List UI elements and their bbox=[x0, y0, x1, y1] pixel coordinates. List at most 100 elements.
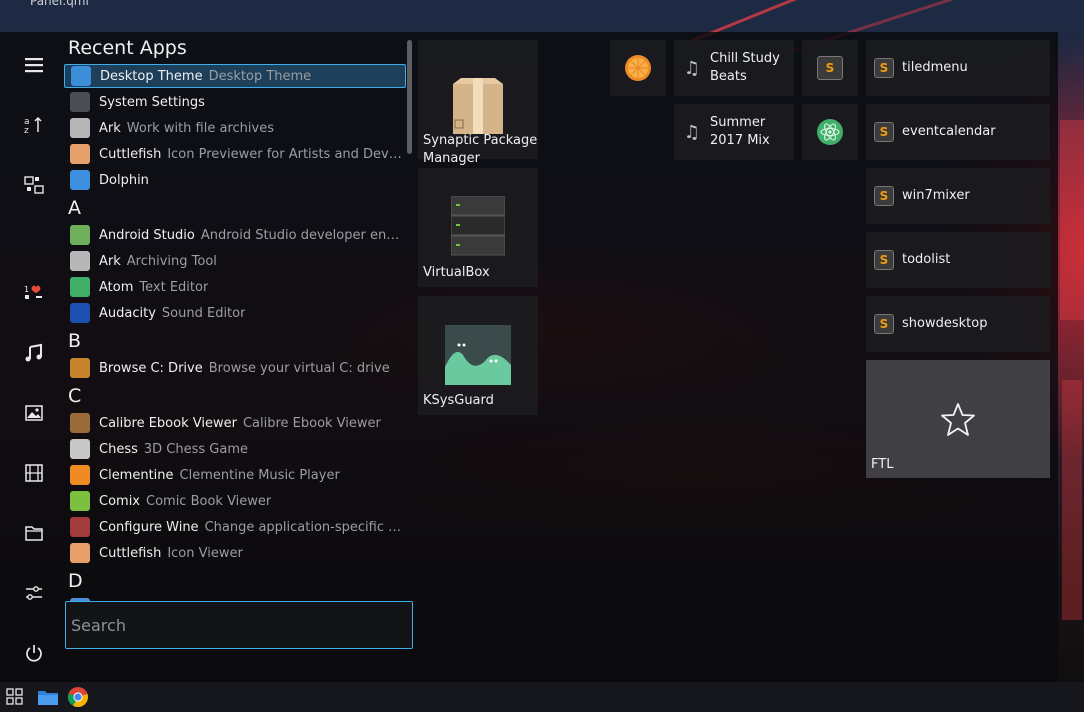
app-name: Cuttlefish bbox=[99, 545, 162, 561]
tile-label: tiledmenu bbox=[902, 60, 968, 75]
file-manager-folder-icon[interactable] bbox=[37, 686, 59, 708]
hamburger-menu-icon[interactable] bbox=[17, 48, 51, 82]
tiled-menu-popup: az 1 Recent Apps Desktop Theme Desktop Th… bbox=[0, 32, 1058, 682]
app-description: Sound Editor bbox=[161, 305, 246, 321]
videos-icon[interactable] bbox=[17, 456, 51, 490]
tile-sublime-text[interactable]: S bbox=[802, 40, 858, 96]
tile-chill-study-beats[interactable]: ♫ Chill Study Beats bbox=[674, 40, 794, 96]
list-item[interactable]: Browse C: Drive Browse your virtual C: dr… bbox=[64, 356, 406, 380]
search-input[interactable] bbox=[65, 601, 413, 649]
app-name: Clementine bbox=[99, 467, 174, 483]
tile-layout-icon[interactable] bbox=[17, 168, 51, 202]
app-name: Audacity bbox=[99, 305, 156, 321]
sublime-text-icon: S bbox=[817, 56, 843, 80]
pictures-icon[interactable] bbox=[17, 396, 51, 430]
dolphin-icon bbox=[70, 170, 90, 190]
tile-ftl[interactable]: FTL bbox=[866, 360, 1050, 478]
list-scrollbar[interactable] bbox=[407, 40, 412, 154]
app-description: Icon Previewer for Artists and Develo... bbox=[167, 146, 406, 162]
tile-virtualbox[interactable]: VirtualBox bbox=[418, 168, 538, 287]
tile-win7mixer[interactable]: Swin7mixer bbox=[866, 168, 1050, 224]
tile-atom[interactable] bbox=[802, 104, 858, 160]
sublime-text-icon: S bbox=[874, 186, 894, 206]
tile-label: VirtualBox bbox=[423, 265, 490, 280]
svg-text:1: 1 bbox=[24, 285, 29, 294]
atom-icon bbox=[817, 119, 843, 145]
tile-synaptic[interactable]: Synaptic Package Manager bbox=[418, 40, 538, 166]
star-outline-icon bbox=[941, 403, 975, 436]
section-letter: D bbox=[68, 570, 83, 592]
list-item[interactable]: Chess 3D Chess Game bbox=[64, 437, 406, 461]
atom-icon bbox=[70, 277, 90, 297]
tile-eventcalendar[interactable]: Seventcalendar bbox=[866, 104, 1050, 160]
list-item[interactable]: Configure Wine Change application-specifi… bbox=[64, 515, 406, 539]
list-item[interactable]: Desktop Theme Desktop Theme bbox=[64, 64, 406, 88]
app-name: Calibre Ebook Viewer bbox=[99, 415, 237, 431]
app-description: 3D Chess Game bbox=[143, 441, 248, 457]
app-list: Recent Apps Desktop Theme Desktop Theme Sy… bbox=[62, 32, 412, 628]
svg-text:z: z bbox=[24, 126, 29, 135]
wine-icon bbox=[70, 517, 90, 537]
clementine-icon bbox=[625, 55, 651, 81]
app-name: Ark bbox=[99, 120, 121, 136]
app-launcher-grid-icon[interactable] bbox=[4, 686, 26, 708]
app-name: Ark bbox=[99, 253, 121, 269]
list-item[interactable]: System Settings bbox=[64, 90, 406, 114]
list-item[interactable]: Cuttlefish Icon Previewer for Artists and… bbox=[64, 142, 406, 166]
window-title: Panel.qml bbox=[30, 0, 89, 8]
tile-summer-2017-mix[interactable]: ♫ Summer 2017 Mix bbox=[674, 104, 794, 160]
app-description: Calibre Ebook Viewer bbox=[242, 415, 381, 431]
cuttlefish-icon bbox=[70, 144, 90, 164]
desktop-theme-icon bbox=[71, 66, 91, 86]
app-description: Comic Book Viewer bbox=[146, 493, 272, 509]
list-item[interactable]: Android Studio Android Studio developer e… bbox=[64, 223, 406, 247]
app-name: Comix bbox=[99, 493, 140, 509]
wine-drive-icon bbox=[70, 358, 90, 378]
music-note-icon: ♫ bbox=[683, 121, 701, 143]
list-item[interactable]: Calibre Ebook Viewer Calibre Ebook Viewer bbox=[64, 411, 406, 435]
tile-label: Chill Study Beats bbox=[710, 51, 780, 84]
app-description: Archiving Tool bbox=[126, 253, 217, 269]
app-name: Android Studio bbox=[99, 227, 195, 243]
tile-showdesktop[interactable]: Sshowdesktop bbox=[866, 296, 1050, 352]
comix-icon bbox=[70, 491, 90, 511]
audacity-icon bbox=[70, 303, 90, 323]
tile-label: win7mixer bbox=[902, 188, 970, 203]
power-icon[interactable] bbox=[17, 636, 51, 670]
tile-label: eventcalendar bbox=[902, 124, 996, 139]
tile-todolist[interactable]: Stodolist bbox=[866, 232, 1050, 288]
app-name: Chess bbox=[99, 441, 138, 457]
cuttlefish-icon bbox=[70, 543, 90, 563]
tile-label: KSysGuard bbox=[423, 393, 494, 408]
folder-icon[interactable] bbox=[17, 516, 51, 550]
sublime-text-icon: S bbox=[874, 314, 894, 334]
list-item[interactable]: Atom Text Editor bbox=[64, 275, 406, 299]
sort-alphabetical-icon[interactable]: az bbox=[17, 108, 51, 142]
list-item[interactable]: Ark Work with file archives bbox=[64, 116, 406, 140]
tile-ksysguard[interactable]: KSysGuard bbox=[418, 296, 538, 415]
list-item[interactable]: Ark Archiving Tool bbox=[64, 249, 406, 273]
section-letter: C bbox=[68, 385, 82, 407]
list-item[interactable]: Clementine Clementine Music Player bbox=[64, 463, 406, 487]
sublime-text-icon: S bbox=[874, 122, 894, 142]
chrome-browser-icon[interactable] bbox=[67, 686, 89, 708]
list-item[interactable]: Comix Comic Book Viewer bbox=[64, 489, 406, 513]
chess-icon bbox=[70, 439, 90, 459]
app-name: Atom bbox=[99, 279, 134, 295]
ark-icon bbox=[70, 251, 90, 271]
list-item[interactable]: Cuttlefish Icon Viewer bbox=[64, 541, 406, 565]
app-description: Android Studio developer envir... bbox=[200, 227, 406, 243]
system-monitor-icon bbox=[445, 325, 511, 385]
list-item[interactable]: Dolphin bbox=[64, 168, 406, 192]
music-icon[interactable] bbox=[17, 336, 51, 370]
tile-clementine[interactable] bbox=[610, 40, 666, 96]
tile-label: FTL bbox=[871, 457, 894, 472]
favorites-icon[interactable]: 1 bbox=[17, 276, 51, 310]
tile-label: Summer 2017 Mix bbox=[710, 115, 770, 148]
app-description: Desktop Theme bbox=[208, 68, 312, 84]
section-letter: A bbox=[68, 197, 81, 219]
settings-sliders-icon[interactable] bbox=[17, 576, 51, 610]
package-box-icon bbox=[453, 78, 503, 134]
tile-tiledmenu[interactable]: Stiledmenu bbox=[866, 40, 1050, 96]
list-item[interactable]: Audacity Sound Editor bbox=[64, 301, 406, 325]
